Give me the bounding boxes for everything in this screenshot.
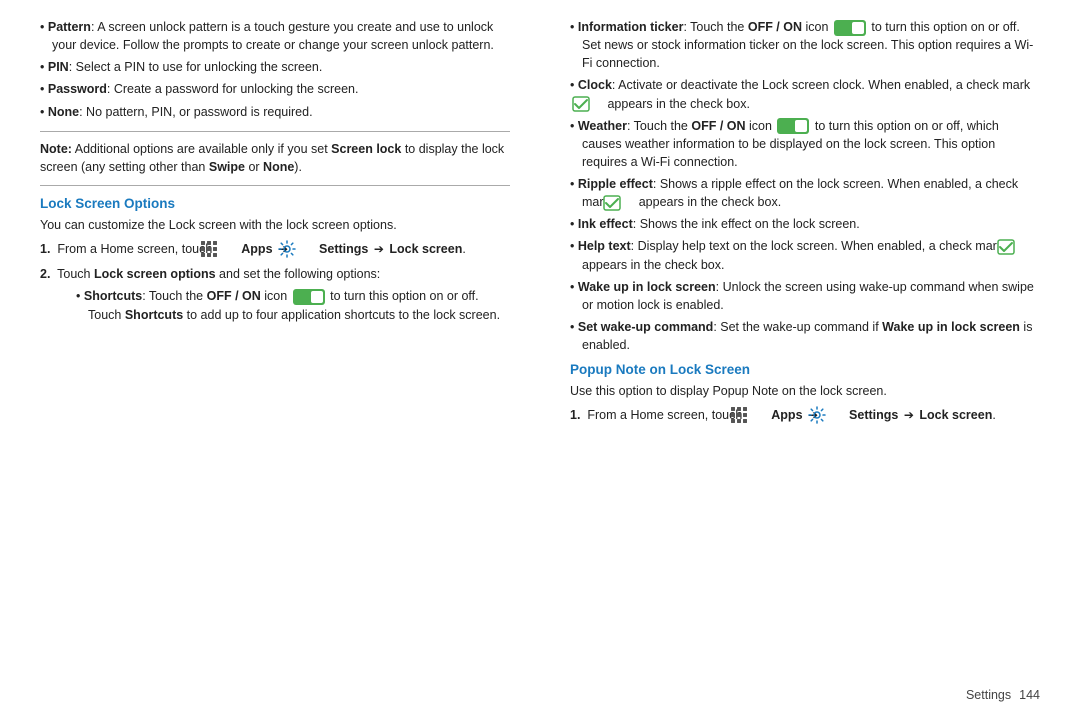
- lock-screen-options-heading: Lock Screen Options: [40, 196, 510, 211]
- popup-note-heading: Popup Note on Lock Screen: [570, 362, 1040, 377]
- toggle-weather: [777, 118, 809, 134]
- note-box: Note: Additional options are available o…: [40, 131, 510, 187]
- intro-bullet-list: Pattern: A screen unlock pattern is a to…: [40, 18, 510, 121]
- lock-screen-intro: You can customize the Lock screen with t…: [40, 216, 510, 235]
- popup-note-steps: 1. From a Home screen, touch: [570, 406, 1040, 425]
- lock-screen-steps: 1. From a Home screen, touch: [40, 240, 510, 325]
- right-column: Information ticker: Touch the OFF / ON i…: [560, 18, 1040, 680]
- shortcut-bullet: Shortcuts: Touch the OFF / ON icon to tu…: [76, 287, 510, 325]
- arrow-4: ➔: [904, 408, 914, 422]
- bullet-weather: Weather: Touch the OFF / ON icon to turn…: [570, 117, 1040, 171]
- bullet-wakeup-cmd: Set wake-up command: Set the wake-up com…: [570, 318, 1040, 354]
- bullet-wakeup: Wake up in lock screen: Unlock the scree…: [570, 278, 1040, 314]
- bullet-ripple: Ripple effect: Shows a ripple effect on …: [570, 175, 1040, 211]
- check-icon-clock: [584, 96, 602, 112]
- apps-icon-2: [748, 406, 766, 424]
- bullet-none: None: No pattern, PIN, or password is re…: [40, 103, 510, 121]
- arrow-2: ➔: [374, 242, 384, 256]
- step-1: 1. From a Home screen, touch: [40, 240, 510, 259]
- footer: Settings 144: [40, 680, 1040, 702]
- footer-section: Settings: [966, 688, 1011, 702]
- page: Pattern: A screen unlock pattern is a to…: [0, 0, 1080, 720]
- left-column: Pattern: A screen unlock pattern is a to…: [40, 18, 520, 680]
- bullet-password: Password: Create a password for unlockin…: [40, 80, 510, 98]
- toggle-info-ticker: [834, 20, 866, 36]
- settings-icon-2: [826, 406, 844, 424]
- check-icon-ripple: [615, 195, 633, 211]
- note-text: Note: Additional options are available o…: [40, 142, 504, 175]
- sub-bullet-list: Shortcuts: Touch the OFF / ON icon to tu…: [58, 287, 510, 325]
- bullet-clock: Clock: Activate or deactivate the Lock s…: [570, 76, 1040, 112]
- step-2: 2. Touch Lock screen options and set the…: [40, 265, 510, 325]
- apps-icon: [218, 240, 236, 258]
- bullet-info-ticker: Information ticker: Touch the OFF / ON i…: [570, 18, 1040, 72]
- toggle-shortcuts: [293, 289, 325, 305]
- check-icon-help: [1009, 239, 1027, 255]
- bullet-pin: PIN: Select a PIN to use for unlocking t…: [40, 58, 510, 76]
- bullet-help: Help text: Display help text on the lock…: [570, 237, 1040, 273]
- bullet-ink: Ink effect: Shows the ink effect on the …: [570, 215, 1040, 233]
- footer-page-number: 144: [1019, 688, 1040, 702]
- popup-note-intro: Use this option to display Popup Note on…: [570, 382, 1040, 401]
- content-area: Pattern: A screen unlock pattern is a to…: [40, 18, 1040, 680]
- settings-icon-1: [296, 240, 314, 258]
- popup-step-1: 1. From a Home screen, touch: [570, 406, 1040, 425]
- right-bullet-list: Information ticker: Touch the OFF / ON i…: [570, 18, 1040, 354]
- bullet-pattern: Pattern: A screen unlock pattern is a to…: [40, 18, 510, 54]
